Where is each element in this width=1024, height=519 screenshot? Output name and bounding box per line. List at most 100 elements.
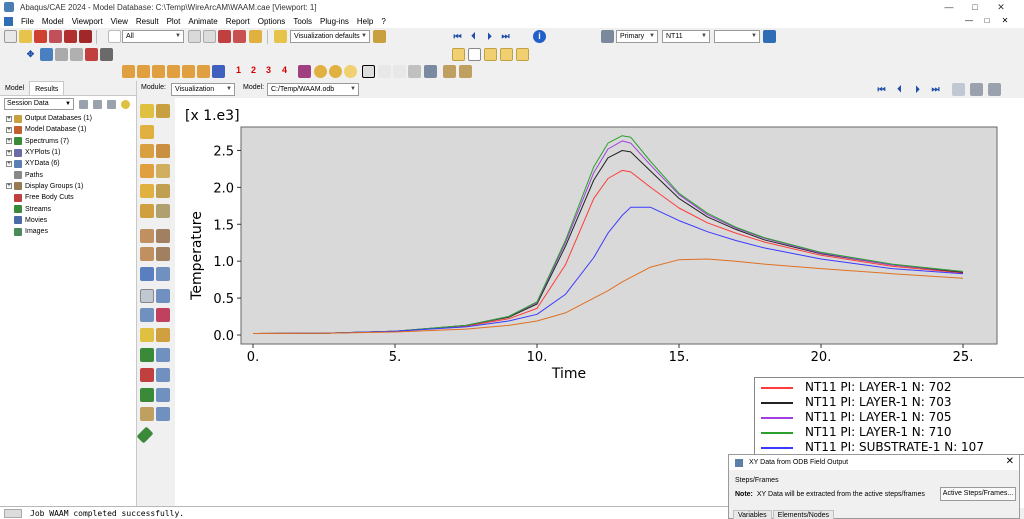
- select-arrow-icon[interactable]: [108, 30, 121, 43]
- module-combo[interactable]: Visualization ▼: [171, 83, 235, 96]
- animation-options-icon[interactable]: [156, 247, 170, 261]
- menu-viewport[interactable]: Viewport: [72, 17, 103, 26]
- shaded-icon[interactable]: [314, 65, 327, 78]
- field-output-icon[interactable]: [601, 30, 614, 43]
- previous-frame-icon[interactable]: ⏴: [467, 31, 480, 42]
- rotate-icon[interactable]: [40, 48, 53, 61]
- open-odb-icon[interactable]: [49, 30, 62, 43]
- plot-deformed-icon[interactable]: [156, 104, 170, 118]
- tree-item[interactable]: + Model Database (1): [6, 124, 136, 135]
- tab-variables[interactable]: Variables: [733, 510, 772, 519]
- view-x-icon[interactable]: [122, 65, 135, 78]
- view-xy-icon[interactable]: [167, 65, 180, 78]
- menu-plot[interactable]: Plot: [167, 17, 181, 26]
- report-field-icon[interactable]: [140, 289, 154, 303]
- view-4-button[interactable]: 4: [282, 65, 287, 75]
- menu-result[interactable]: Result: [136, 17, 159, 26]
- hidden-icon[interactable]: [344, 65, 357, 78]
- tree-item[interactable]: + XYData (6): [6, 158, 136, 169]
- cut-icon[interactable]: [459, 65, 472, 78]
- active-steps-frames-button[interactable]: Active Steps/Frames...: [940, 487, 1016, 501]
- tab-model[interactable]: Model: [0, 81, 29, 95]
- pan-icon[interactable]: ✥: [24, 49, 37, 60]
- session-data-combo[interactable]: Session Data ▼: [4, 98, 74, 110]
- visualization-defaults-icon[interactable]: [274, 30, 287, 43]
- menu-plug-ins[interactable]: Plug-ins: [320, 17, 349, 26]
- animate-harmonic-icon[interactable]: [140, 247, 154, 261]
- message-area-icon[interactable]: [4, 509, 22, 518]
- view-wireframe-icon[interactable]: [468, 48, 481, 61]
- menu-tools[interactable]: Tools: [293, 17, 312, 26]
- tree-item[interactable]: + Spectrums (7): [6, 136, 136, 147]
- display-group-manager-icon[interactable]: [156, 368, 170, 382]
- info-icon[interactable]: i: [533, 30, 546, 43]
- stream-icon[interactable]: [140, 348, 154, 362]
- image-capture-icon[interactable]: [249, 30, 262, 43]
- print-icon[interactable]: [79, 30, 92, 43]
- view-3-button[interactable]: 3: [266, 65, 271, 75]
- visualization-defaults-combo[interactable]: Visualization defaults ▼: [290, 30, 370, 43]
- view-z-icon[interactable]: [152, 65, 165, 78]
- plot-contours-icon[interactable]: [140, 125, 154, 139]
- expand-plus-icon[interactable]: +: [6, 149, 12, 156]
- next-frame-icon[interactable]: ⏵: [483, 31, 496, 42]
- undo-icon[interactable]: [378, 65, 391, 78]
- probe-tool-icon[interactable]: [156, 407, 170, 421]
- new-file-icon[interactable]: [4, 30, 17, 43]
- common-options-icon[interactable]: [140, 184, 154, 198]
- filter-tree-icon[interactable]: [107, 99, 116, 109]
- query-pick-icon[interactable]: [362, 65, 375, 78]
- stream-manager-icon[interactable]: [156, 348, 170, 362]
- anim-prev-icon[interactable]: ⏴: [893, 84, 906, 95]
- primary-variable-combo[interactable]: Primary ▼: [616, 30, 658, 43]
- refresh-icon[interactable]: [763, 30, 776, 43]
- xy-data-manager-icon[interactable]: [156, 267, 170, 281]
- superimpose-icon[interactable]: [156, 164, 170, 178]
- plot-undeformed-icon[interactable]: [140, 104, 154, 118]
- menu-help[interactable]: Help: [357, 17, 373, 26]
- view-2-button[interactable]: 2: [251, 65, 256, 75]
- expand-plus-icon[interactable]: +: [6, 115, 12, 122]
- color-code-tool-icon[interactable]: [140, 388, 154, 402]
- report-xy-icon[interactable]: [156, 289, 170, 303]
- minimize-button[interactable]: —: [936, 0, 962, 14]
- material-options-icon[interactable]: [156, 204, 170, 218]
- dialog-close-icon[interactable]: ✕: [1006, 456, 1014, 467]
- expand-plus-icon[interactable]: +: [6, 126, 12, 133]
- viewport-restore-button[interactable]: □: [978, 14, 996, 28]
- triad-icon[interactable]: [212, 65, 225, 78]
- path-icon[interactable]: [140, 308, 154, 322]
- allow-multiple-icon[interactable]: [140, 164, 154, 178]
- query-icon[interactable]: [218, 30, 231, 43]
- anim-first-icon[interactable]: ⏮: [875, 84, 888, 95]
- maximize-button[interactable]: □: [962, 0, 988, 14]
- close-window-button[interactable]: ✕: [988, 0, 1014, 14]
- view-cut-icon[interactable]: [140, 328, 154, 342]
- color-code-icon[interactable]: [373, 30, 386, 43]
- tab-results[interactable]: Results: [29, 81, 65, 95]
- probe-icon[interactable]: [233, 30, 246, 43]
- model-combo[interactable]: C:/Temp/WAAM.odb ▼: [267, 83, 359, 96]
- last-frame-icon[interactable]: ⏭: [499, 31, 512, 42]
- anim-next-icon[interactable]: ⏵: [911, 84, 924, 95]
- viewport-minimize-button[interactable]: —: [960, 14, 978, 28]
- tree-item[interactable]: + Output Databases (1): [6, 113, 136, 124]
- screenshot-icon[interactable]: [988, 83, 1001, 96]
- save-icon[interactable]: [34, 30, 47, 43]
- free-body-icon[interactable]: [156, 308, 170, 322]
- pencil-icon[interactable]: [136, 426, 154, 444]
- symbol-options-icon[interactable]: [140, 204, 154, 218]
- tree-item[interactable]: Images: [6, 226, 136, 237]
- view-front-icon[interactable]: [452, 48, 465, 61]
- selection-options-icon[interactable]: [188, 30, 201, 43]
- animate-scale-icon[interactable]: [140, 229, 154, 243]
- view-iso-icon[interactable]: [484, 48, 497, 61]
- tree-item[interactable]: Movies: [6, 215, 136, 226]
- view-manager-icon[interactable]: [408, 65, 421, 78]
- tree-item[interactable]: Streams: [6, 203, 136, 214]
- query-tool-icon[interactable]: [140, 407, 154, 421]
- context-help-icon[interactable]: ?: [381, 17, 385, 26]
- display-group-icon[interactable]: [140, 368, 154, 382]
- expand-plus-icon[interactable]: +: [6, 138, 12, 145]
- menu-view[interactable]: View: [111, 17, 128, 26]
